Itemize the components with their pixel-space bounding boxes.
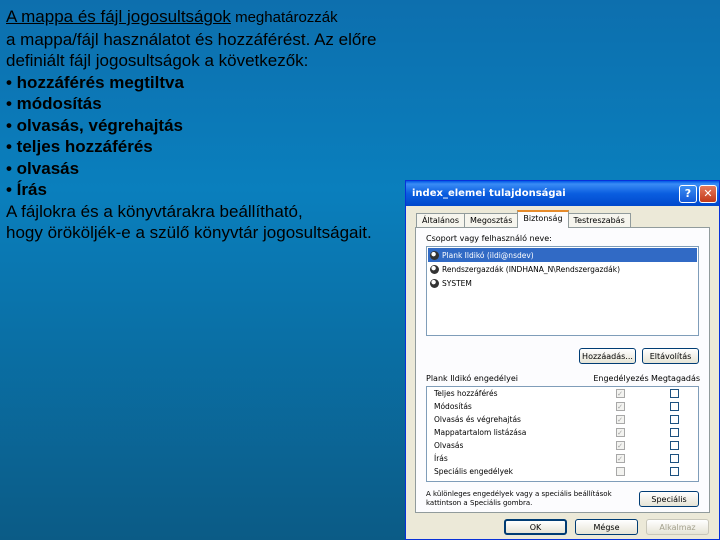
- bullet-item: • olvasás, végrehajtás: [6, 115, 183, 135]
- permission-name: Speciális engedélyek: [434, 467, 513, 476]
- user-buttons: Hozzáadás... Eltávolítás: [426, 348, 699, 364]
- user-name: Plank Ildikó (ildi@nsdev): [442, 250, 534, 260]
- group-label: Csoport vagy felhasználó neve:: [426, 234, 552, 243]
- slide-title-rest: meghatározzák: [230, 9, 338, 26]
- bullet-item: • olvasás: [6, 158, 80, 178]
- slide-title: A mappa és fájl jogosultságok meghatároz…: [6, 6, 406, 29]
- allow-checkbox[interactable]: ✓: [615, 454, 625, 463]
- permissions-header: Plank Ildikó engedélyei Engedélyezés Meg…: [426, 374, 701, 383]
- permission-row: Írás ✓: [427, 452, 698, 465]
- user-name: Rendszergazdák (INDHANA_N\Rendszergazdák…: [442, 264, 621, 274]
- slide-closing-line: hogy örököljék-e a szülő könyvtár jogosu…: [6, 223, 372, 242]
- advanced-button[interactable]: Speciális: [639, 491, 699, 507]
- allow-checkbox[interactable]: ✓: [615, 389, 625, 398]
- remove-button[interactable]: Eltávolítás: [642, 348, 699, 364]
- slide-line: a mappa/fájl használatot és hozzáférést.…: [6, 29, 377, 49]
- bullet-item: • teljes hozzáférés: [6, 137, 153, 156]
- permission-row: Olvasás ✓: [427, 439, 698, 452]
- bullet-item: • módosítás: [6, 94, 102, 113]
- slide-title-link: A mappa és fájl jogosultságok: [6, 7, 231, 26]
- properties-dialog: index_elemei tulajdonságai ? ✕ Általános…: [405, 180, 720, 540]
- user-list[interactable]: Plank Ildikó (ildi@nsdev) Rendszergazdák…: [426, 246, 699, 336]
- permission-name: Olvasás és végrehajtás: [434, 415, 521, 424]
- user-list-item[interactable]: SYSTEM: [428, 276, 697, 290]
- permissions-table: Teljes hozzáférés ✓ Módosítás ✓ Olvasás …: [426, 386, 699, 482]
- allow-checkbox[interactable]: [615, 467, 625, 476]
- cancel-button[interactable]: Mégse: [575, 519, 638, 535]
- deny-checkbox[interactable]: [669, 428, 679, 437]
- permission-name: Teljes hozzáférés: [434, 389, 498, 398]
- user-name: SYSTEM: [442, 278, 472, 288]
- permission-row: Teljes hozzáférés ✓: [427, 387, 698, 400]
- slide-closing-line: A fájlokra és a könyvtárakra beállítható…: [6, 201, 303, 221]
- dialog-title: index_elemei tulajdonságai: [412, 188, 566, 199]
- dialog-footer: OK Mégse Alkalmaz: [406, 519, 719, 535]
- bullet-item: • Írás: [6, 180, 47, 199]
- tab-customize[interactable]: Testreszabás: [567, 213, 631, 228]
- deny-checkbox[interactable]: [669, 389, 679, 398]
- slide-text: A mappa és fájl jogosultságok meghatároz…: [6, 6, 406, 244]
- user-list-item[interactable]: Plank Ildikó (ildi@nsdev): [428, 248, 697, 262]
- deny-column-header: Megtagadás: [651, 374, 701, 383]
- slide-line: definiált fájl jogosultságok a következő…: [6, 51, 309, 70]
- permission-row: Módosítás ✓: [427, 400, 698, 413]
- security-panel: Csoport vagy felhasználó neve: Plank Ild…: [415, 227, 710, 513]
- deny-checkbox[interactable]: [669, 467, 679, 476]
- permission-row: Speciális engedélyek: [427, 465, 698, 478]
- allow-checkbox[interactable]: ✓: [615, 402, 625, 411]
- add-button[interactable]: Hozzáadás...: [579, 348, 636, 364]
- group-icon: [430, 264, 439, 274]
- tab-security[interactable]: Biztonság: [517, 210, 569, 228]
- permission-name: Írás: [434, 454, 448, 463]
- deny-checkbox[interactable]: [669, 454, 679, 463]
- user-icon: [430, 250, 439, 260]
- permissions-label: Plank Ildikó engedélyei: [426, 374, 518, 383]
- deny-checkbox[interactable]: [669, 415, 679, 424]
- permission-name: Módosítás: [434, 402, 472, 411]
- advanced-hint: A különleges engedélyek vagy a speciális…: [426, 490, 612, 507]
- apply-button[interactable]: Alkalmaz: [646, 519, 709, 535]
- close-icon[interactable]: ✕: [699, 184, 717, 203]
- permission-row: Mappatartalom listázása ✓: [427, 426, 698, 439]
- help-icon[interactable]: ?: [679, 184, 697, 203]
- allow-checkbox[interactable]: ✓: [615, 415, 625, 424]
- ok-button[interactable]: OK: [504, 519, 567, 535]
- permission-row: Olvasás és végrehajtás ✓: [427, 413, 698, 426]
- advanced-row: A különleges engedélyek vagy a speciális…: [426, 490, 699, 508]
- dialog-titlebar[interactable]: index_elemei tulajdonságai ? ✕: [406, 181, 719, 206]
- allow-column-header: Engedélyezés: [593, 374, 649, 383]
- permission-name: Mappatartalom listázása: [434, 428, 527, 437]
- tab-strip: Általános Megosztás Biztonság Testreszab…: [406, 206, 719, 228]
- allow-checkbox[interactable]: ✓: [615, 441, 625, 450]
- deny-checkbox[interactable]: [669, 402, 679, 411]
- permission-name: Olvasás: [434, 441, 464, 450]
- bullet-item: • hozzáférés megtiltva: [6, 72, 184, 92]
- tab-sharing[interactable]: Megosztás: [464, 213, 519, 228]
- tab-general[interactable]: Általános: [416, 213, 465, 228]
- allow-checkbox[interactable]: ✓: [615, 428, 625, 437]
- user-list-item[interactable]: Rendszergazdák (INDHANA_N\Rendszergazdák…: [428, 262, 697, 276]
- deny-checkbox[interactable]: [669, 441, 679, 450]
- system-icon: [430, 278, 439, 288]
